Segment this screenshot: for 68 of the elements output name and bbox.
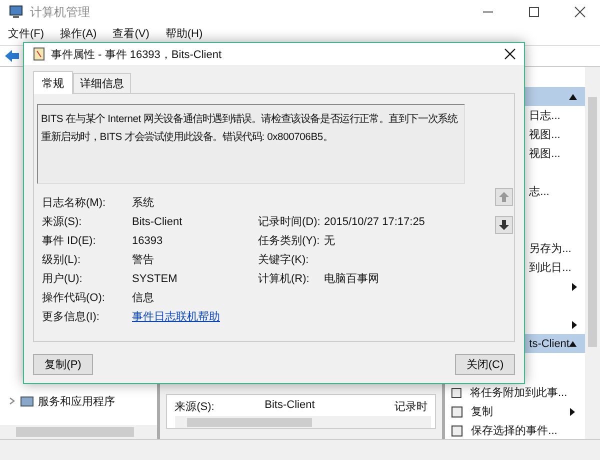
window-title: 计算机管理: [30, 4, 90, 20]
field-value: Bits-Client: [132, 215, 184, 229]
field-label: 级别(L):: [42, 253, 82, 267]
field-value: 警告: [132, 253, 155, 267]
field-label: 关键字(K):: [258, 253, 310, 267]
tree-item[interactable]: 服务和应用程序: [38, 394, 115, 408]
tab[interactable]: 详细信息: [73, 73, 131, 93]
event-icon: [32, 47, 46, 61]
submenu-arrow-icon: [572, 320, 578, 328]
field-value: 系统: [132, 196, 155, 210]
action-item[interactable]: 视图...: [529, 127, 560, 142]
dialog-button[interactable]: 复制(P): [33, 354, 93, 375]
field-value: 信息: [132, 291, 155, 305]
field-label: 日志名称(M):: [42, 196, 107, 210]
field-value: 电脑百事网: [324, 272, 380, 286]
dialog-title: 事件属性 - 事件 16393，Bits-Client: [51, 48, 222, 62]
event-description: BITS 在与某个 Internet 网关设备通信时遇到错误。请检查该设备是否运行正常。直到下一次系统重新启动时，BITS 才会尝试使用此设备。错误代码: 0x800706B5。: [37, 104, 465, 184]
close-icon[interactable]: [504, 48, 516, 60]
action-item[interactable]: 日志...: [529, 108, 560, 123]
field-value: 2015/10/27 17:17:25: [324, 215, 426, 229]
action-item[interactable]: 志...: [529, 184, 550, 199]
field-label: 用户(U):: [42, 272, 84, 286]
field-label: 任务类别(Y):: [258, 234, 321, 248]
menu-item[interactable]: 帮助(H): [165, 26, 203, 41]
close-icon[interactable]: [574, 6, 586, 18]
action-item: ts-Client: [529, 338, 570, 350]
action-item[interactable]: 保存选择的事件...: [471, 423, 558, 438]
dialog-button[interactable]: 关闭(C): [455, 354, 515, 375]
horizontal-scrollbar[interactable]: [0, 425, 157, 439]
field-value: Bits-Client: [264, 399, 316, 413]
maximize-icon[interactable]: [528, 6, 540, 18]
computer-management-icon: [8, 4, 24, 20]
field-label: 记录时: [394, 400, 428, 414]
services-icon: [20, 394, 34, 408]
vertical-scrollbar[interactable]: [585, 67, 600, 439]
field-value: 16393: [132, 234, 164, 248]
help-link[interactable]: 事件日志联机帮助: [132, 311, 220, 323]
action-icon: [451, 424, 464, 436]
field-label: 事件 ID(E):: [42, 234, 97, 248]
submenu-arrow-icon: [570, 408, 576, 416]
next-event-button[interactable]: [495, 216, 513, 234]
field-label: 操作代码(O):: [42, 291, 106, 305]
up-arrow-icon: [499, 192, 509, 202]
menu-item[interactable]: 文件(F): [8, 26, 44, 41]
field-value: 无: [324, 234, 336, 248]
field-label: 计算机(R):: [258, 272, 310, 286]
action-item[interactable]: 另存为...: [529, 241, 572, 256]
down-arrow-icon: [499, 220, 509, 230]
horizontal-scrollbar[interactable]: [174, 416, 432, 428]
field-label: 来源(S):: [174, 400, 216, 414]
tab[interactable]: 常规: [33, 71, 73, 94]
collapse-triangle-icon[interactable]: [569, 94, 578, 100]
action-item[interactable]: 到此日...: [529, 260, 572, 275]
chevron-icon[interactable]: [8, 397, 16, 405]
back-arrow-icon[interactable]: [4, 49, 20, 63]
action-item[interactable]: 视图...: [529, 146, 560, 161]
submenu-arrow-icon: [572, 282, 578, 290]
menu-item[interactable]: 查看(V): [112, 26, 150, 41]
field-label: 记录时间(D):: [258, 215, 322, 229]
collapse-triangle-icon[interactable]: [569, 340, 578, 346]
action-icon: [451, 386, 462, 398]
menu-item[interactable]: 操作(A): [60, 26, 97, 41]
action-item[interactable]: 将任务附加到此事...: [470, 385, 568, 400]
field-value: SYSTEM: [132, 272, 178, 286]
field-label: 来源(S):: [42, 215, 83, 229]
action-item[interactable]: 复制: [471, 404, 494, 419]
action-icon: [451, 406, 464, 418]
field-label: 更多信息(I):: [42, 310, 100, 324]
